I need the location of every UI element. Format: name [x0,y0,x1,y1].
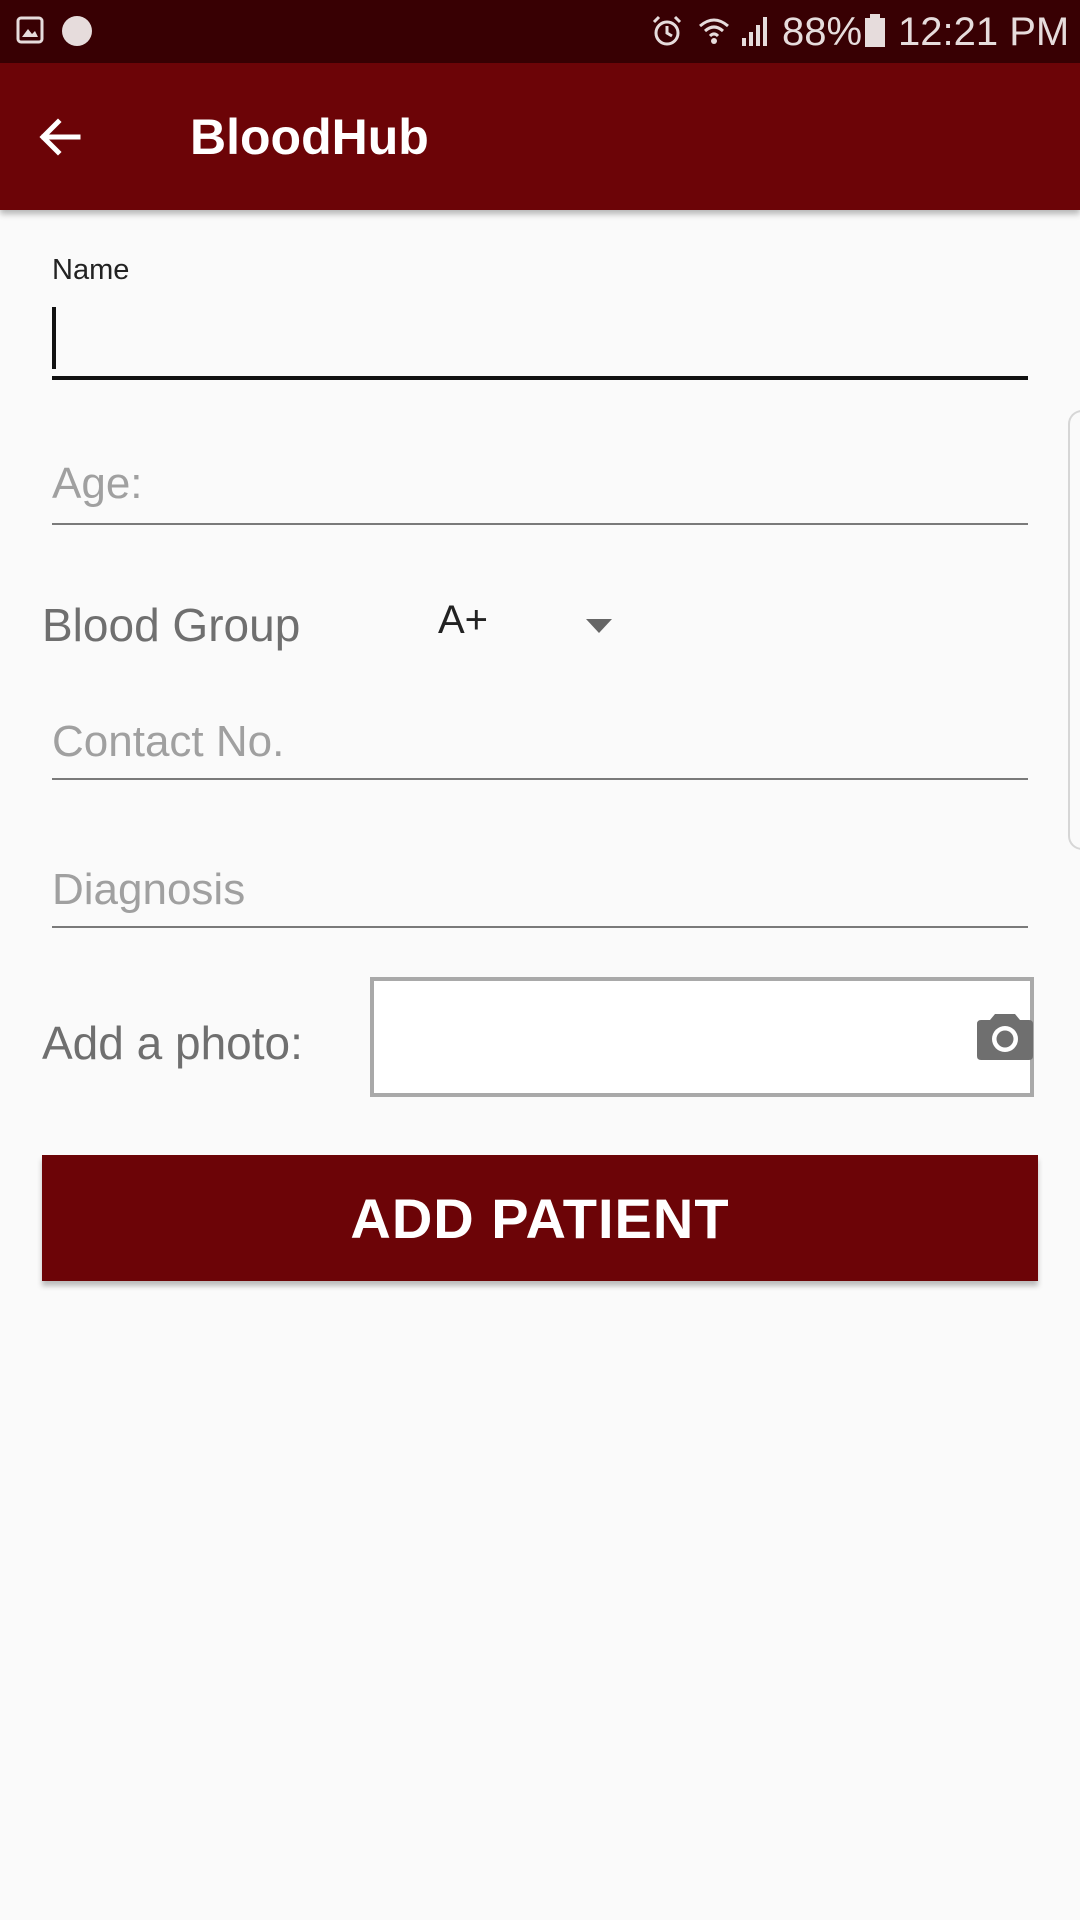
diagnosis-underline [52,926,1028,928]
battery-icon [865,14,885,47]
age-underline [52,523,1028,525]
arrow-back-icon [39,118,81,156]
back-button[interactable] [30,107,90,167]
edge-panel-handle[interactable] [1068,410,1080,850]
age-input[interactable] [52,452,1028,516]
add-patient-button[interactable]: ADD PATIENT [42,1155,1038,1281]
app-bar: BloodHub [0,63,1080,210]
name-label: Name [52,254,130,286]
name-input[interactable] [52,302,1028,370]
blood-group-value: A+ [438,598,489,642]
dropdown-arrow-icon [586,619,612,633]
photo-box[interactable] [370,977,1034,1097]
text-cursor [52,307,56,369]
camera-icon [977,1014,1033,1060]
app-title: BloodHub [190,109,429,165]
circle-notification-icon [62,16,92,46]
wifi-icon [699,18,729,44]
camera-button[interactable] [977,1010,1033,1060]
status-time: 12:21 PM [898,10,1070,54]
diagnosis-input[interactable] [52,858,1028,922]
status-bar: 88% 12:21 PM [0,0,1080,63]
battery-percent: 88% [782,10,863,54]
photo-label: Add a photo: [42,1017,303,1069]
image-icon [16,16,44,44]
alarm-icon [652,15,682,46]
name-underline [52,376,1028,380]
contact-input[interactable] [52,710,1028,774]
signal-icon [742,17,767,46]
blood-group-dropdown[interactable]: A+ [430,592,630,664]
blood-group-label: Blood Group [42,599,301,651]
contact-underline [52,778,1028,780]
